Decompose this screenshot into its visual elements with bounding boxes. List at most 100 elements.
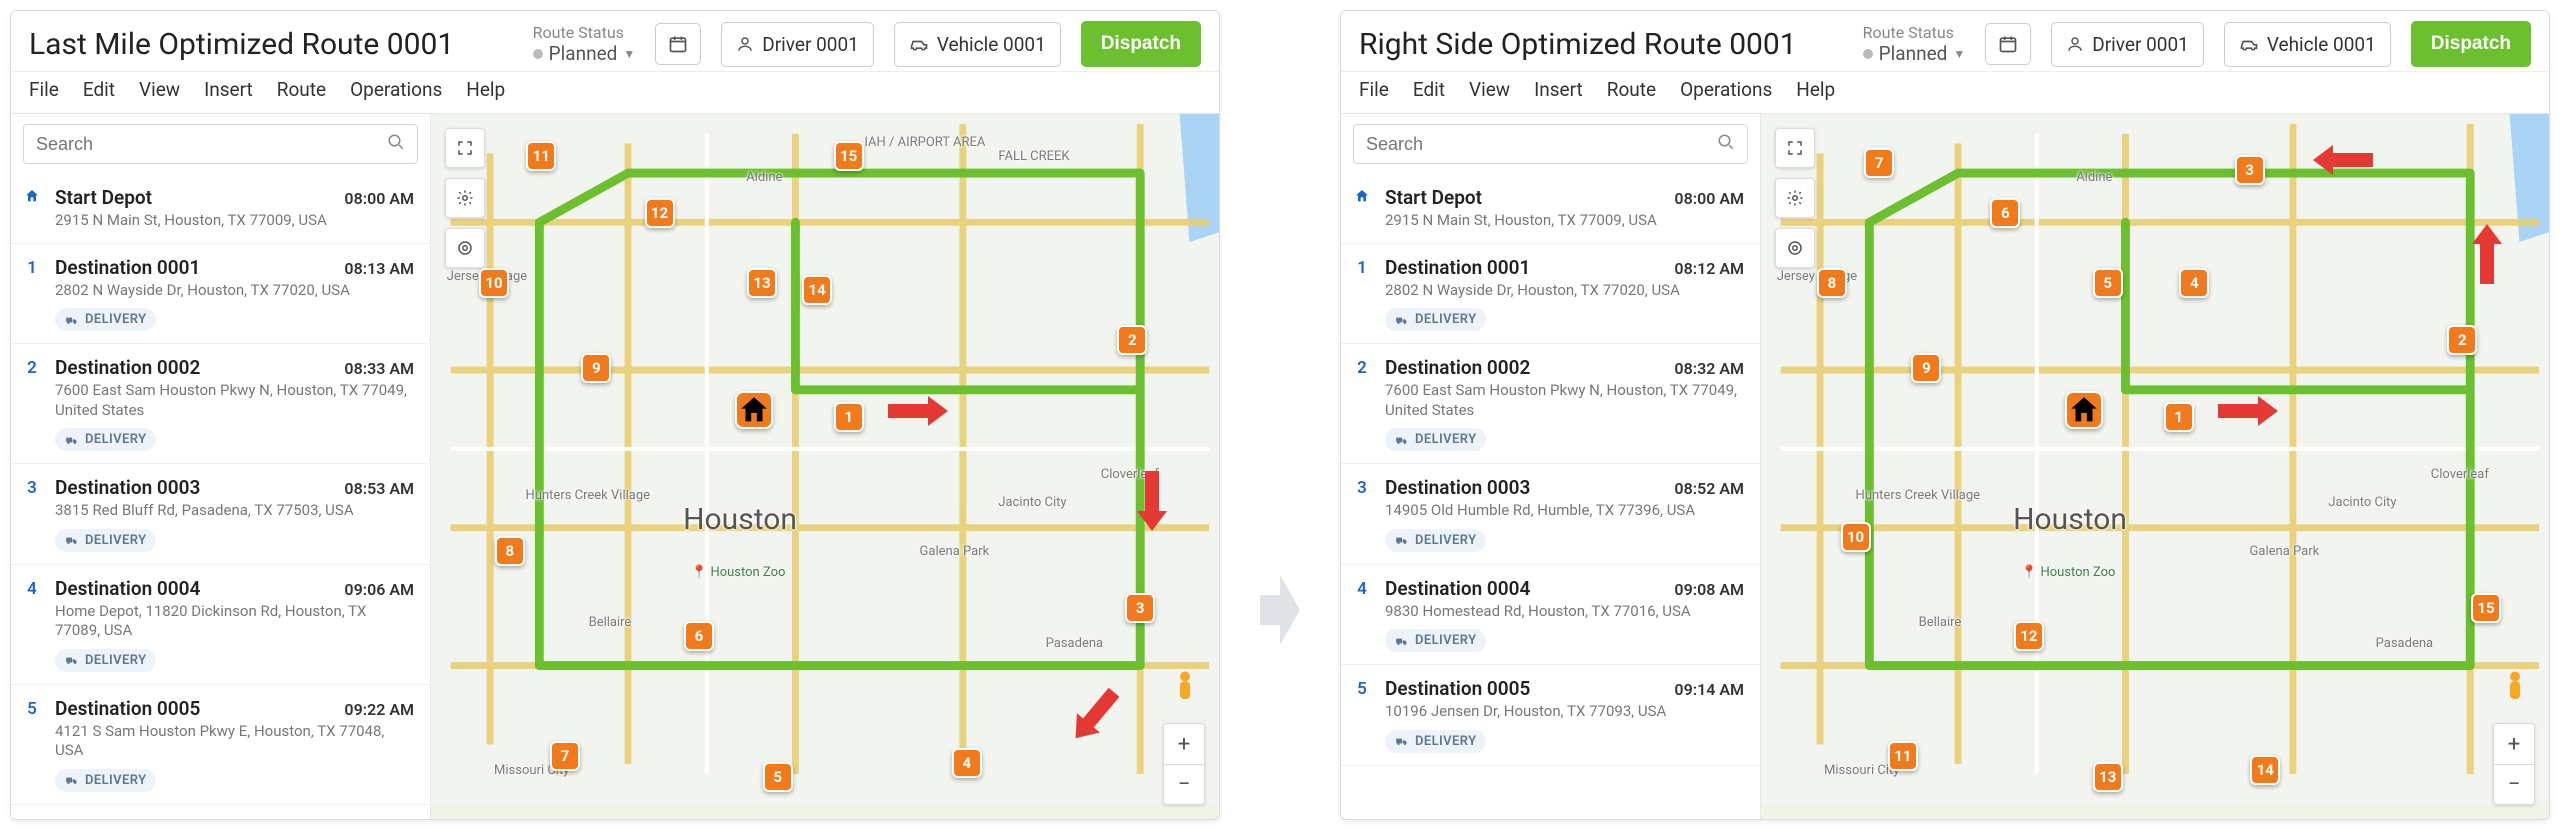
- map-marker[interactable]: 4: [952, 748, 982, 778]
- settings-button[interactable]: [445, 178, 485, 218]
- locate-button[interactable]: [1775, 228, 1815, 268]
- map-label: Jacinto City: [998, 495, 1066, 510]
- vehicle-selector[interactable]: Vehicle 0001: [2224, 22, 2391, 67]
- topbar: Right Side Optimized Route 0001 Route St…: [1341, 11, 2549, 72]
- vehicle-icon: [909, 36, 929, 52]
- map-marker[interactable]: 14: [802, 275, 832, 305]
- dispatch-button[interactable]: Dispatch: [1081, 21, 1201, 67]
- map-label: IAH / AIRPORT AREA: [864, 135, 985, 150]
- map-marker[interactable]: 8: [1817, 268, 1847, 298]
- search-input[interactable]: [36, 134, 387, 155]
- stop-row[interactable]: 1 Destination 000108:12 AM 2802 N Waysid…: [1341, 244, 1760, 345]
- map-marker[interactable]: 12: [645, 198, 675, 228]
- zoom-in-button[interactable]: +: [1164, 724, 1204, 764]
- zoom-out-button[interactable]: −: [2494, 764, 2534, 804]
- calendar-button[interactable]: [655, 23, 701, 65]
- driver-selector[interactable]: Driver 0001: [2051, 22, 2204, 67]
- menu-file[interactable]: File: [29, 78, 59, 101]
- menu-edit[interactable]: Edit: [83, 78, 115, 101]
- gear-icon: [456, 189, 474, 207]
- search-box[interactable]: [1353, 124, 1748, 164]
- delivery-badge: DELIVERY: [55, 769, 156, 792]
- map-marker[interactable]: 15: [2471, 593, 2501, 623]
- fullscreen-button[interactable]: [445, 128, 485, 168]
- calendar-icon: [1998, 34, 2018, 54]
- map-canvas[interactable]: Houston 📍 Houston Zoo Jersey Village Pas…: [1761, 114, 2549, 819]
- map-marker[interactable]: 6: [1990, 198, 2020, 228]
- stop-row[interactable]: 4 Destination 000409:06 AM Home Depot, 1…: [11, 565, 430, 685]
- stop-name: Start Depot: [55, 186, 152, 209]
- map-marker[interactable]: 8: [495, 536, 525, 566]
- pegman-icon[interactable]: [2501, 669, 2529, 709]
- menu-edit[interactable]: Edit: [1413, 78, 1445, 101]
- map-marker[interactable]: 11: [526, 141, 556, 171]
- menu-route[interactable]: Route: [1607, 78, 1656, 101]
- stop-row[interactable]: 2 Destination 000208:32 AM 7600 East Sam…: [1341, 344, 1760, 464]
- menu-insert[interactable]: Insert: [204, 78, 253, 101]
- fullscreen-button[interactable]: [1775, 128, 1815, 168]
- menu-help[interactable]: Help: [466, 78, 505, 101]
- map-canvas[interactable]: Houston 📍 Houston Zoo Jersey Village Pas…: [431, 114, 1219, 819]
- stop-number: 2: [1357, 358, 1367, 378]
- dispatch-button[interactable]: Dispatch: [2411, 21, 2531, 67]
- map-marker[interactable]: 15: [834, 141, 864, 171]
- map-marker[interactable]: 3: [2235, 155, 2265, 185]
- map-marker[interactable]: 9: [581, 353, 611, 383]
- menu-view[interactable]: View: [139, 78, 180, 101]
- map-marker[interactable]: 7: [550, 741, 580, 771]
- map-marker[interactable]: 7: [1864, 148, 1894, 178]
- stop-row[interactable]: 1 Destination 000108:13 AM 2802 N Waysid…: [11, 244, 430, 345]
- map-marker[interactable]: 9: [1911, 353, 1941, 383]
- map-marker[interactable]: 5: [2093, 268, 2123, 298]
- map-marker[interactable]: 5: [763, 762, 793, 792]
- map-marker-home[interactable]: [735, 391, 773, 429]
- menu-insert[interactable]: Insert: [1534, 78, 1583, 101]
- stop-row[interactable]: 4 Destination 000409:08 AM 9830 Homestea…: [1341, 565, 1760, 666]
- stop-row[interactable]: 5 Destination 000509:22 AM 4121 S Sam Ho…: [11, 685, 430, 805]
- map-label: Jacinto City: [2328, 495, 2396, 510]
- delivery-badge: DELIVERY: [55, 308, 156, 331]
- stop-row[interactable]: 3 Destination 000308:52 AM 14905 Old Hum…: [1341, 464, 1760, 565]
- map-marker[interactable]: 13: [2093, 762, 2123, 792]
- search-box[interactable]: [23, 124, 418, 164]
- map-marker[interactable]: 1: [2164, 402, 2194, 432]
- stop-row[interactable]: 2 Destination 000208:33 AM 7600 East Sam…: [11, 344, 430, 464]
- map-marker[interactable]: 2: [2447, 325, 2477, 355]
- stop-start-depot[interactable]: Start Depot08:00 AM 2915 N Main St, Hous…: [1341, 174, 1760, 244]
- route-status[interactable]: Route Status Planned ▼: [1863, 23, 1966, 65]
- menu-file[interactable]: File: [1359, 78, 1389, 101]
- vehicle-selector[interactable]: Vehicle 0001: [894, 22, 1061, 67]
- map-marker[interactable]: 2: [1117, 325, 1147, 355]
- stops-list[interactable]: Start Depot08:00 AM 2915 N Main St, Hous…: [1341, 174, 1760, 819]
- zoom-in-button[interactable]: +: [2494, 724, 2534, 764]
- route-status[interactable]: Route Status Planned ▼: [533, 23, 636, 65]
- map-marker[interactable]: 10: [1841, 522, 1871, 552]
- map-marker[interactable]: 6: [684, 621, 714, 651]
- stop-row[interactable]: 5 Destination 000509:14 AM 10196 Jensen …: [1341, 665, 1760, 766]
- map-marker[interactable]: 4: [2179, 268, 2209, 298]
- menu-operations[interactable]: Operations: [1680, 78, 1772, 101]
- settings-button[interactable]: [1775, 178, 1815, 218]
- menu-operations[interactable]: Operations: [350, 78, 442, 101]
- stop-name: Destination 0002: [1385, 356, 1530, 379]
- map-marker[interactable]: 10: [479, 268, 509, 298]
- map-marker[interactable]: 14: [2250, 755, 2280, 785]
- locate-button[interactable]: [445, 228, 485, 268]
- zoom-out-button[interactable]: −: [1164, 764, 1204, 804]
- driver-selector[interactable]: Driver 0001: [721, 22, 874, 67]
- menu-route[interactable]: Route: [277, 78, 326, 101]
- map-marker[interactable]: 11: [1888, 741, 1918, 771]
- search-input[interactable]: [1366, 134, 1717, 155]
- menu-view[interactable]: View: [1469, 78, 1510, 101]
- stop-row[interactable]: 3 Destination 000308:53 AM 3815 Red Bluf…: [11, 464, 430, 565]
- stop-start-depot[interactable]: Start Depot 08:00 AM 2915 N Main St, Hou…: [11, 174, 430, 244]
- map-marker[interactable]: 3: [1125, 593, 1155, 623]
- stops-list[interactable]: Start Depot 08:00 AM 2915 N Main St, Hou…: [11, 174, 430, 819]
- pegman-icon[interactable]: [1171, 669, 1199, 709]
- map-marker[interactable]: 12: [2014, 621, 2044, 651]
- calendar-button[interactable]: [1985, 23, 2031, 65]
- map-marker[interactable]: 13: [747, 268, 777, 298]
- map-marker-home[interactable]: [2065, 391, 2103, 429]
- map-marker[interactable]: 1: [834, 402, 864, 432]
- menu-help[interactable]: Help: [1796, 78, 1835, 101]
